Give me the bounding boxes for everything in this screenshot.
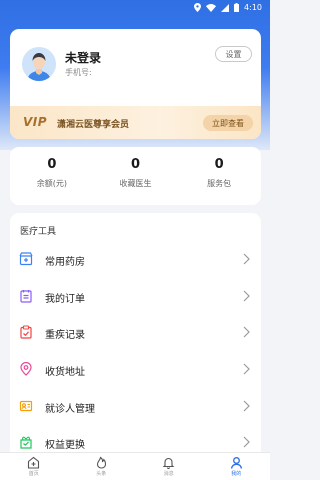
record-icon — [20, 325, 32, 339]
menu-item-pharmacy[interactable]: 常用药房 — [10, 244, 261, 274]
fire-icon — [96, 456, 106, 469]
stat-favorite-doctors[interactable]: 0 收藏医生 — [94, 147, 178, 205]
stat-balance[interactable]: 0 余额(元) — [10, 147, 94, 205]
stats-card: 0 余额(元) 0 收藏医生 0 服务包 — [10, 147, 261, 205]
tab-home[interactable]: 首页 — [0, 453, 68, 480]
signal-icon — [221, 3, 230, 12]
tab-mine[interactable]: 我的 — [203, 453, 271, 480]
order-icon — [20, 290, 32, 303]
menu-item-shipping-address[interactable]: 收货地址 — [10, 354, 261, 384]
patient-icon — [19, 400, 33, 412]
stat-label: 余额(元) — [36, 179, 67, 188]
chevron-right-icon — [243, 290, 250, 302]
vip-logo: VIP — [23, 115, 48, 129]
stat-label: 收藏医生 — [119, 179, 152, 188]
avatar-icon — [22, 47, 56, 81]
menu-label: 重疾记录 — [45, 330, 85, 341]
menu-label: 收货地址 — [45, 367, 85, 378]
menu-item-patient-management[interactable]: 就诊人管理 — [10, 391, 261, 421]
menu-item-orders[interactable]: 我的订单 — [10, 281, 261, 311]
settings-button[interactable]: 设置 — [215, 46, 252, 62]
tab-label: 消息 — [163, 471, 174, 477]
wifi-icon — [206, 3, 217, 12]
stat-label: 服务包 — [207, 179, 232, 188]
user-icon — [230, 457, 242, 469]
stat-value: 0 — [130, 157, 141, 172]
chevron-right-icon — [243, 400, 250, 412]
stat-value: 0 — [47, 157, 57, 172]
menu-item-critical-illness-records[interactable]: 重疾记录 — [10, 317, 261, 347]
menu-label: 常用药房 — [45, 257, 85, 268]
home-icon — [28, 456, 40, 469]
menu-label: 我的订单 — [45, 294, 85, 305]
chevron-right-icon — [243, 253, 250, 265]
user-phone: 手机号: — [65, 68, 92, 77]
bottom-tab-bar: 首页 头条 消息 我的 — [0, 452, 270, 480]
chevron-right-icon — [243, 326, 250, 338]
status-bar: 4:10 — [0, 0, 270, 16]
tab-label: 首页 — [28, 471, 39, 477]
vip-banner[interactable]: VIP 潇湘云医尊享会员 立即查看 — [10, 106, 261, 139]
battery-icon — [234, 3, 240, 12]
medical-tools-card: 医疗工具 常用药房 我的订单 重疾记录 收货地址 就诊人管理 权益更换 — [10, 213, 261, 453]
tab-label: 我的 — [231, 471, 242, 477]
tab-label: 头条 — [96, 471, 107, 477]
profile-card[interactable]: 未登录 手机号: 设置 VIP 潇湘云医尊享会员 立即查看 — [10, 29, 261, 139]
tab-messages[interactable]: 消息 — [135, 453, 203, 480]
stat-value: 0 — [214, 157, 224, 172]
gift-icon — [20, 436, 32, 449]
bell-icon — [162, 457, 175, 469]
menu-label: 权益更换 — [45, 440, 85, 451]
stat-service-packages[interactable]: 0 服务包 — [177, 147, 261, 205]
location-status-icon — [194, 3, 202, 12]
menu-label: 就诊人管理 — [45, 404, 95, 415]
section-title: 医疗工具 — [20, 227, 57, 237]
tab-headlines[interactable]: 头条 — [68, 453, 136, 480]
avatar[interactable] — [22, 47, 56, 81]
chevron-right-icon — [243, 436, 250, 448]
location-icon — [20, 362, 32, 376]
chevron-right-icon — [243, 363, 250, 375]
status-time: 4:10 — [244, 3, 262, 12]
vip-text: 潇湘云医尊享会员 — [57, 120, 130, 130]
pharmacy-icon — [19, 252, 33, 266]
vip-view-button[interactable]: 立即查看 — [203, 115, 253, 131]
user-name[interactable]: 未登录 — [65, 49, 101, 66]
menu-item-benefits-exchange[interactable]: 权益更换 — [10, 427, 261, 453]
